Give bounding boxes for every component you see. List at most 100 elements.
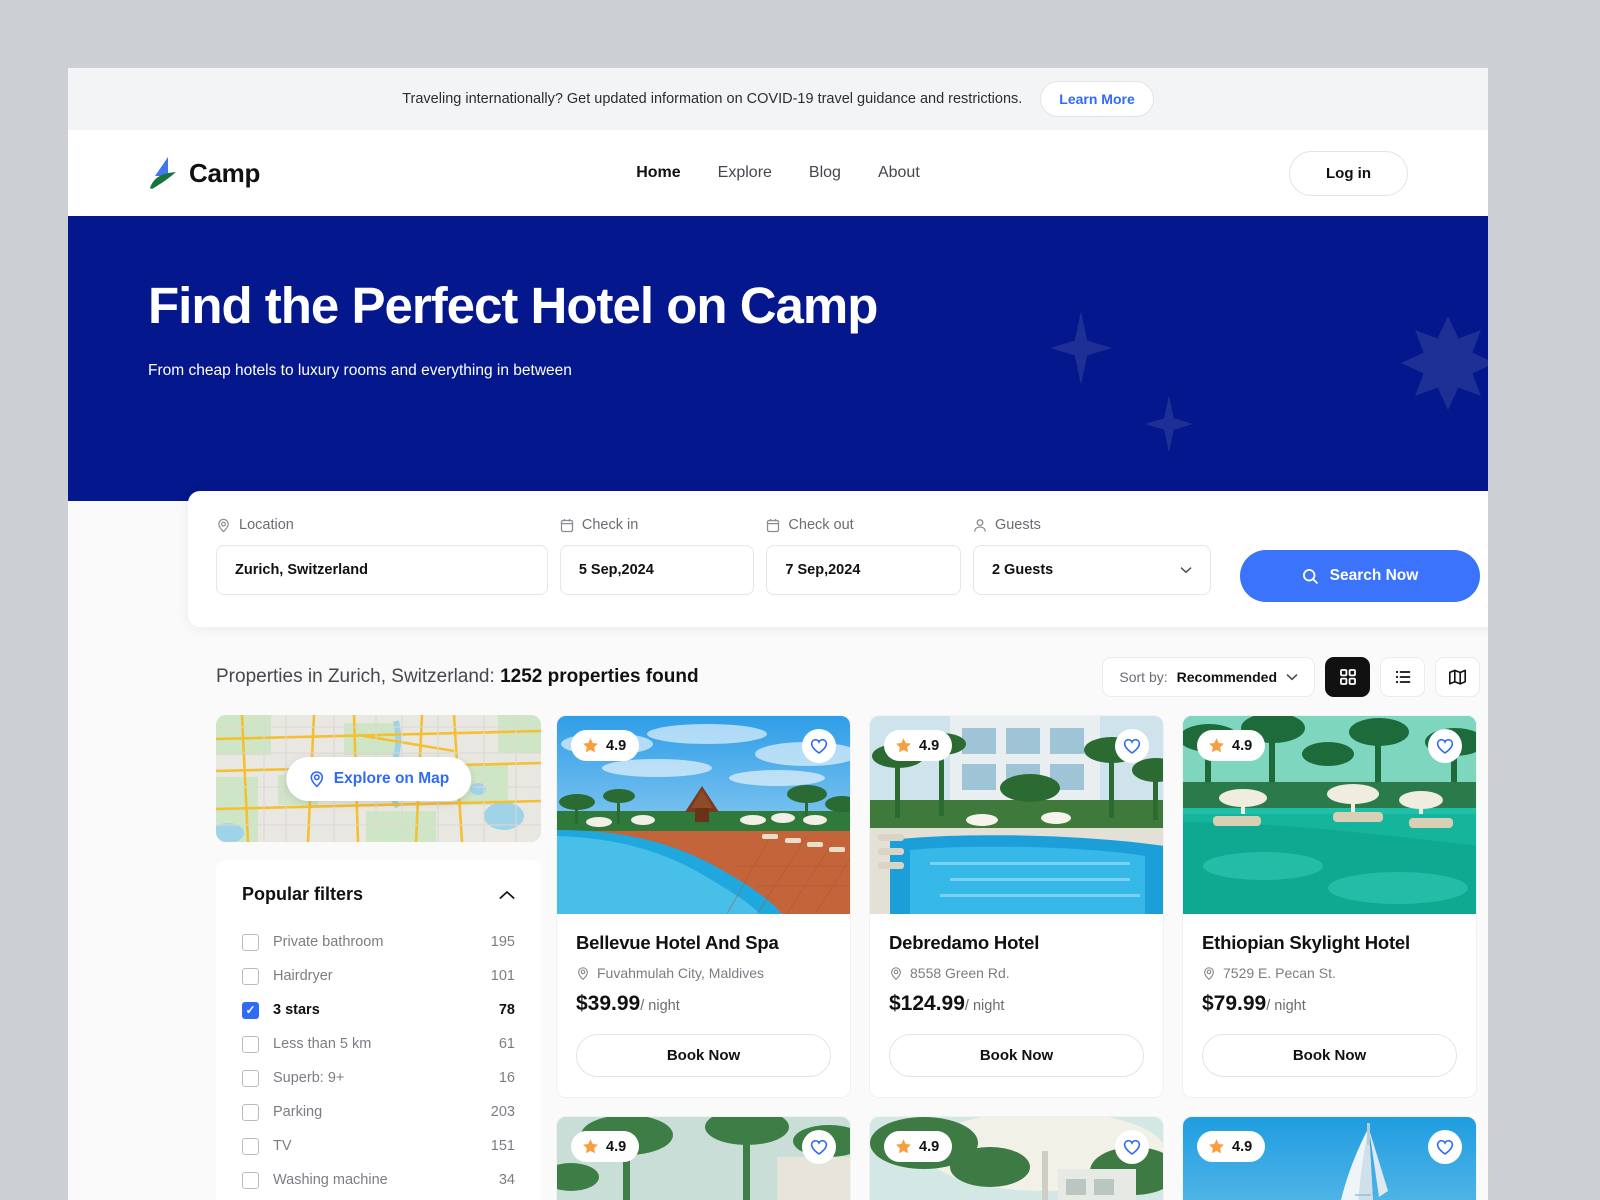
star-icon xyxy=(1208,1138,1225,1155)
map-pin-icon xyxy=(216,518,231,533)
filter-label: Washing machine xyxy=(273,1172,388,1188)
property-card[interactable]: 4.9 Bellevue Hotel And Spa Fuvahmulah Ci… xyxy=(556,715,851,1098)
rating-badge: 4.9 xyxy=(1197,1131,1266,1162)
map-pin-icon-card xyxy=(576,966,590,981)
camp-sail-logo-icon xyxy=(148,156,178,190)
view-map-button[interactable] xyxy=(1435,657,1480,697)
guests-field: Guests 2 Guests xyxy=(972,517,1211,595)
checkin-label-row: Check in xyxy=(560,517,755,533)
rating-badge: 4.9 xyxy=(1197,730,1266,761)
property-image-resort-palms-umbrellas: 4.9 xyxy=(557,1117,850,1200)
main-nav: Camp Home Explore Blog About Log in xyxy=(68,130,1488,216)
property-address-row: Fuvahmulah City, Maldives xyxy=(576,965,831,981)
filter-count: 101 xyxy=(490,968,515,984)
filter-row-3-stars[interactable]: 3 stars 78 xyxy=(242,993,515,1027)
calendar-icon xyxy=(560,518,574,533)
person-icon xyxy=(973,518,987,533)
property-image-pool-modern-hotel-palms: 4.9 xyxy=(870,716,1163,914)
star-icon xyxy=(582,737,599,754)
learn-more-button[interactable]: Learn More xyxy=(1040,81,1154,117)
property-price-unit: / night xyxy=(964,998,1005,1014)
results-prefix: Properties in Zurich, Switzerland: xyxy=(216,666,501,687)
filter-row-parking[interactable]: Parking 203 xyxy=(242,1095,515,1129)
popular-filters-card: Popular filters Private bathroom 195 Hai… xyxy=(216,860,541,1200)
filter-count: 61 xyxy=(498,1036,515,1052)
filter-label: Superb: 9+ xyxy=(273,1070,345,1086)
checkin-label: Check in xyxy=(581,517,639,533)
filter-label: Private bathroom xyxy=(273,934,384,950)
property-card-body: Debredamo Hotel 8558 Green Rd. $124.99/ … xyxy=(870,914,1163,1097)
nav-link-home[interactable]: Home xyxy=(636,164,680,182)
favorite-heart-icon[interactable] xyxy=(1428,729,1462,763)
favorite-heart-icon[interactable] xyxy=(802,729,836,763)
explore-on-map-button[interactable]: Explore on Map xyxy=(285,756,472,801)
filter-row-hairdryer[interactable]: Hairdryer 101 xyxy=(242,959,515,993)
filter-count: 203 xyxy=(490,1104,515,1120)
book-now-button[interactable]: Book Now xyxy=(1202,1034,1457,1077)
filter-count: 78 xyxy=(498,1002,515,1018)
location-field: Location Zurich, Switzerland xyxy=(216,517,548,595)
filter-count: 34 xyxy=(498,1172,515,1188)
nav-link-blog[interactable]: Blog xyxy=(809,164,841,182)
property-price-row: $39.99/ night xyxy=(576,992,831,1016)
checkbox-superb-9-plus[interactable] xyxy=(242,1069,259,1087)
checkbox-private-bathroom[interactable] xyxy=(242,933,259,951)
filter-label: TV xyxy=(273,1138,292,1154)
favorite-heart-icon[interactable] xyxy=(1115,729,1149,763)
property-price-unit: / night xyxy=(640,998,680,1014)
property-address: 8558 Green Rd. xyxy=(910,965,1010,981)
filter-label: Parking xyxy=(273,1104,323,1120)
filter-row-superb-9-plus[interactable]: Superb: 9+ 16 xyxy=(242,1061,515,1095)
nav-link-explore[interactable]: Explore xyxy=(718,164,772,182)
property-card[interactable]: 4.9 xyxy=(1182,1116,1477,1200)
popular-filters-header[interactable]: Popular filters xyxy=(242,884,515,905)
filter-row-private-bathroom[interactable]: Private bathroom 195 xyxy=(242,925,515,959)
results-count: 1252 properties found xyxy=(500,666,699,687)
checkout-input[interactable]: 7 Sep,2024 xyxy=(766,545,961,595)
search-panel: Location Zurich, Switzerland Check in 5 … xyxy=(188,491,1488,627)
checkbox-hairdryer[interactable] xyxy=(242,967,259,985)
location-label-row: Location xyxy=(216,517,548,533)
favorite-heart-icon[interactable] xyxy=(802,1130,836,1164)
nav-link-about[interactable]: About xyxy=(878,164,920,182)
favorite-heart-icon[interactable] xyxy=(1428,1130,1462,1164)
checkbox-washing-machine[interactable] xyxy=(242,1171,259,1189)
brand-logo[interactable]: Camp xyxy=(148,156,260,190)
checkin-input[interactable]: 5 Sep,2024 xyxy=(559,545,755,595)
guests-select[interactable]: 2 Guests xyxy=(972,545,1211,595)
checkbox-3-stars[interactable] xyxy=(242,1001,259,1019)
view-grid-button[interactable] xyxy=(1325,657,1370,697)
property-card[interactable]: 4.9 xyxy=(869,1116,1164,1200)
checkin-field: Check in 5 Sep,2024 xyxy=(559,517,755,595)
favorite-heart-icon[interactable] xyxy=(1115,1130,1149,1164)
property-card[interactable]: 4.9 Debredamo Hotel 8558 Green Rd. $124.… xyxy=(869,715,1164,1098)
filter-row-tv[interactable]: TV 151 xyxy=(242,1129,515,1163)
checkbox-less-than-5-km[interactable] xyxy=(242,1035,259,1053)
search-now-label: Search Now xyxy=(1329,567,1419,584)
property-card[interactable]: 4.9 xyxy=(556,1116,851,1200)
property-card[interactable]: 4.9 Ethiopian Skylight Hotel 7529 E. Pec… xyxy=(1182,715,1477,1098)
property-title: Ethiopian Skylight Hotel xyxy=(1202,932,1410,953)
rating-value: 4.9 xyxy=(1232,1138,1253,1155)
calendar-icon-2 xyxy=(766,518,780,533)
star-icon xyxy=(1208,737,1225,754)
map-thumbnail[interactable]: Explore on Map xyxy=(216,715,541,842)
location-label: Location xyxy=(239,517,294,533)
login-button[interactable]: Log in xyxy=(1289,150,1408,196)
sort-by-dropdown[interactable]: Sort by: Recommended xyxy=(1102,657,1315,697)
property-price-row: $124.99/ night xyxy=(889,992,1144,1016)
view-list-button[interactable] xyxy=(1380,657,1425,697)
filter-row-less-than-5-km[interactable]: Less than 5 km 61 xyxy=(242,1027,515,1061)
checkbox-tv[interactable] xyxy=(242,1137,259,1155)
checkbox-parking[interactable] xyxy=(242,1103,259,1121)
filter-row-washing-machine[interactable]: Washing machine 34 xyxy=(242,1163,515,1197)
guests-value: 2 Guests xyxy=(991,562,1054,578)
book-now-button[interactable]: Book Now xyxy=(576,1034,831,1077)
book-now-button[interactable]: Book Now xyxy=(889,1034,1144,1077)
property-card-body: Bellevue Hotel And Spa Fuvahmulah City, … xyxy=(557,914,850,1097)
property-card-body: Ethiopian Skylight Hotel 7529 E. Pecan S… xyxy=(1183,914,1476,1097)
location-input[interactable]: Zurich, Switzerland xyxy=(216,545,548,595)
property-grid: 4.9 Bellevue Hotel And Spa Fuvahmulah Ci… xyxy=(556,715,1480,1200)
property-image-burj-al-arab-sail: 4.9 xyxy=(1183,1117,1476,1200)
search-now-button[interactable]: Search Now xyxy=(1239,550,1480,602)
